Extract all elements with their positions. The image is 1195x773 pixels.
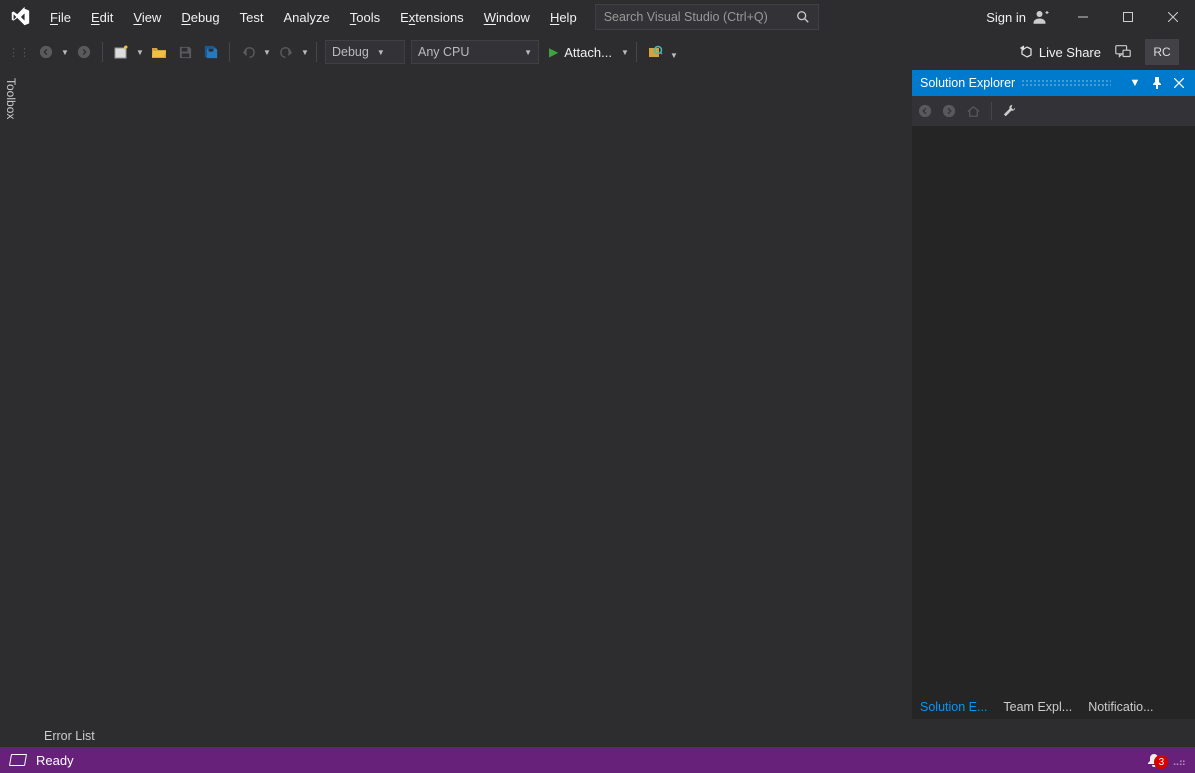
panel-back-button[interactable] xyxy=(918,104,932,118)
notifications-button[interactable]: 3 xyxy=(1146,752,1162,768)
save-button[interactable] xyxy=(173,40,197,64)
open-button[interactable] xyxy=(147,40,171,64)
menu-analyze[interactable]: Analyze xyxy=(273,0,339,34)
toolbox-label: Toolbox xyxy=(4,78,18,119)
configuration-combo[interactable]: Debug ▼ xyxy=(325,40,405,64)
menu-edit[interactable]: Edit xyxy=(81,0,123,34)
main-menu: File Edit View Debug Test Analyze Tools … xyxy=(40,0,587,34)
main-area: Toolbox Solution Explorer ▼ xyxy=(0,70,1195,719)
menu-window[interactable]: Window xyxy=(474,0,540,34)
panel-forward-button[interactable] xyxy=(942,104,956,118)
grip-icon: ⋮⋮ xyxy=(6,46,32,59)
panel-toolbar xyxy=(912,96,1195,126)
attach-dropdown[interactable]: ▼ xyxy=(620,48,630,57)
maximize-button[interactable] xyxy=(1105,0,1150,34)
toolbar-separator xyxy=(991,102,992,120)
menu-view[interactable]: View xyxy=(123,0,171,34)
solution-explorer-tree[interactable] xyxy=(912,126,1195,695)
attach-label: Attach... xyxy=(564,45,612,60)
panel-grip xyxy=(1021,79,1111,87)
window-controls xyxy=(1060,0,1195,34)
panel-titlebar[interactable]: Solution Explorer ▼ xyxy=(912,70,1195,96)
chevron-down-icon: ▼ xyxy=(377,48,385,57)
error-list-tab[interactable]: Error List xyxy=(36,725,103,747)
menu-file[interactable]: File xyxy=(40,0,81,34)
nav-back-dropdown[interactable]: ▼ xyxy=(60,48,70,57)
sign-in-label: Sign in xyxy=(986,10,1026,25)
redo-dropdown[interactable]: ▼ xyxy=(300,48,310,57)
new-project-dropdown[interactable]: ▼ xyxy=(135,48,145,57)
account-badge[interactable]: RC xyxy=(1145,39,1179,65)
toolbar-separator xyxy=(316,42,317,62)
status-bar: Ready 3 ⣀⣤ xyxy=(0,747,1195,773)
tab-team-explorer[interactable]: Team Expl... xyxy=(995,695,1080,719)
sign-in-button[interactable]: Sign in xyxy=(976,0,1060,34)
resize-grip-icon: ⣀⣤ xyxy=(1172,755,1185,766)
nav-back-button[interactable] xyxy=(34,40,58,64)
undo-button[interactable] xyxy=(236,40,260,64)
toolbar-right: Live Share RC xyxy=(1017,39,1189,65)
title-bar: File Edit View Debug Test Analyze Tools … xyxy=(0,0,1195,34)
configuration-value: Debug xyxy=(332,45,369,59)
status-right: 3 ⣀⣤ xyxy=(1146,752,1185,768)
search-icon xyxy=(796,10,810,24)
play-icon: ▶ xyxy=(549,45,558,59)
menu-debug[interactable]: Debug xyxy=(171,0,229,34)
main-toolbar: ⋮⋮ ▼ ▼ ▼ ▼ Debug ▼ Any CPU ▼ ▶ Attach...… xyxy=(0,34,1195,70)
panel-properties-button[interactable] xyxy=(1002,104,1017,119)
undo-dropdown[interactable]: ▼ xyxy=(262,48,272,57)
feedback-button[interactable] xyxy=(1111,40,1135,64)
notifications-count: 3 xyxy=(1154,755,1168,769)
redo-button[interactable] xyxy=(274,40,298,64)
toolbox-tab[interactable]: Toolbox xyxy=(0,70,22,127)
live-share-label: Live Share xyxy=(1039,45,1101,60)
platform-combo[interactable]: Any CPU ▼ xyxy=(411,40,539,64)
toolbar-separator xyxy=(102,42,103,62)
status-text: Ready xyxy=(36,753,74,768)
vs-logo-icon xyxy=(0,0,40,34)
live-share-button[interactable]: Live Share xyxy=(1017,44,1101,60)
new-project-button[interactable] xyxy=(109,40,133,64)
chevron-down-icon: ▼ xyxy=(524,48,532,57)
account-initials: RC xyxy=(1153,45,1170,59)
find-in-files-button[interactable] xyxy=(643,40,667,64)
search-box[interactable]: Search Visual Studio (Ctrl+Q) xyxy=(595,4,819,30)
toolbar-separator xyxy=(229,42,230,62)
nav-forward-button[interactable] xyxy=(72,40,96,64)
platform-value: Any CPU xyxy=(418,45,469,59)
find-dropdown[interactable]: ▼ xyxy=(669,51,679,60)
panel-pin-button[interactable] xyxy=(1149,75,1165,91)
search-placeholder: Search Visual Studio (Ctrl+Q) xyxy=(604,10,768,24)
toolbar-separator xyxy=(636,42,637,62)
error-list-label: Error List xyxy=(44,729,95,743)
menu-help[interactable]: Help xyxy=(540,0,587,34)
editor-area xyxy=(24,70,912,719)
close-button[interactable] xyxy=(1150,0,1195,34)
share-icon xyxy=(1017,44,1033,60)
left-dock: Toolbox xyxy=(0,70,24,719)
tab-notifications[interactable]: Notificatio... xyxy=(1080,695,1161,719)
menu-tools[interactable]: Tools xyxy=(340,0,390,34)
minimize-button[interactable] xyxy=(1060,0,1105,34)
tab-solution-explorer[interactable]: Solution E... xyxy=(912,695,995,719)
menu-extensions[interactable]: Extensions xyxy=(390,0,474,34)
right-panel-tabs: Solution E... Team Expl... Notificatio..… xyxy=(912,695,1195,719)
status-mode-icon xyxy=(9,754,27,766)
solution-explorer-panel: Solution Explorer ▼ xyxy=(912,70,1195,719)
panel-home-button[interactable] xyxy=(966,104,981,119)
user-icon xyxy=(1032,8,1050,26)
panel-window-position-button[interactable]: ▼ xyxy=(1127,75,1143,91)
bottom-dock: Error List xyxy=(0,719,1195,747)
save-all-button[interactable] xyxy=(199,40,223,64)
panel-close-button[interactable] xyxy=(1171,75,1187,91)
menu-test[interactable]: Test xyxy=(230,0,274,34)
attach-button[interactable]: ▶ Attach... xyxy=(543,45,618,60)
panel-title-text: Solution Explorer xyxy=(920,76,1015,90)
